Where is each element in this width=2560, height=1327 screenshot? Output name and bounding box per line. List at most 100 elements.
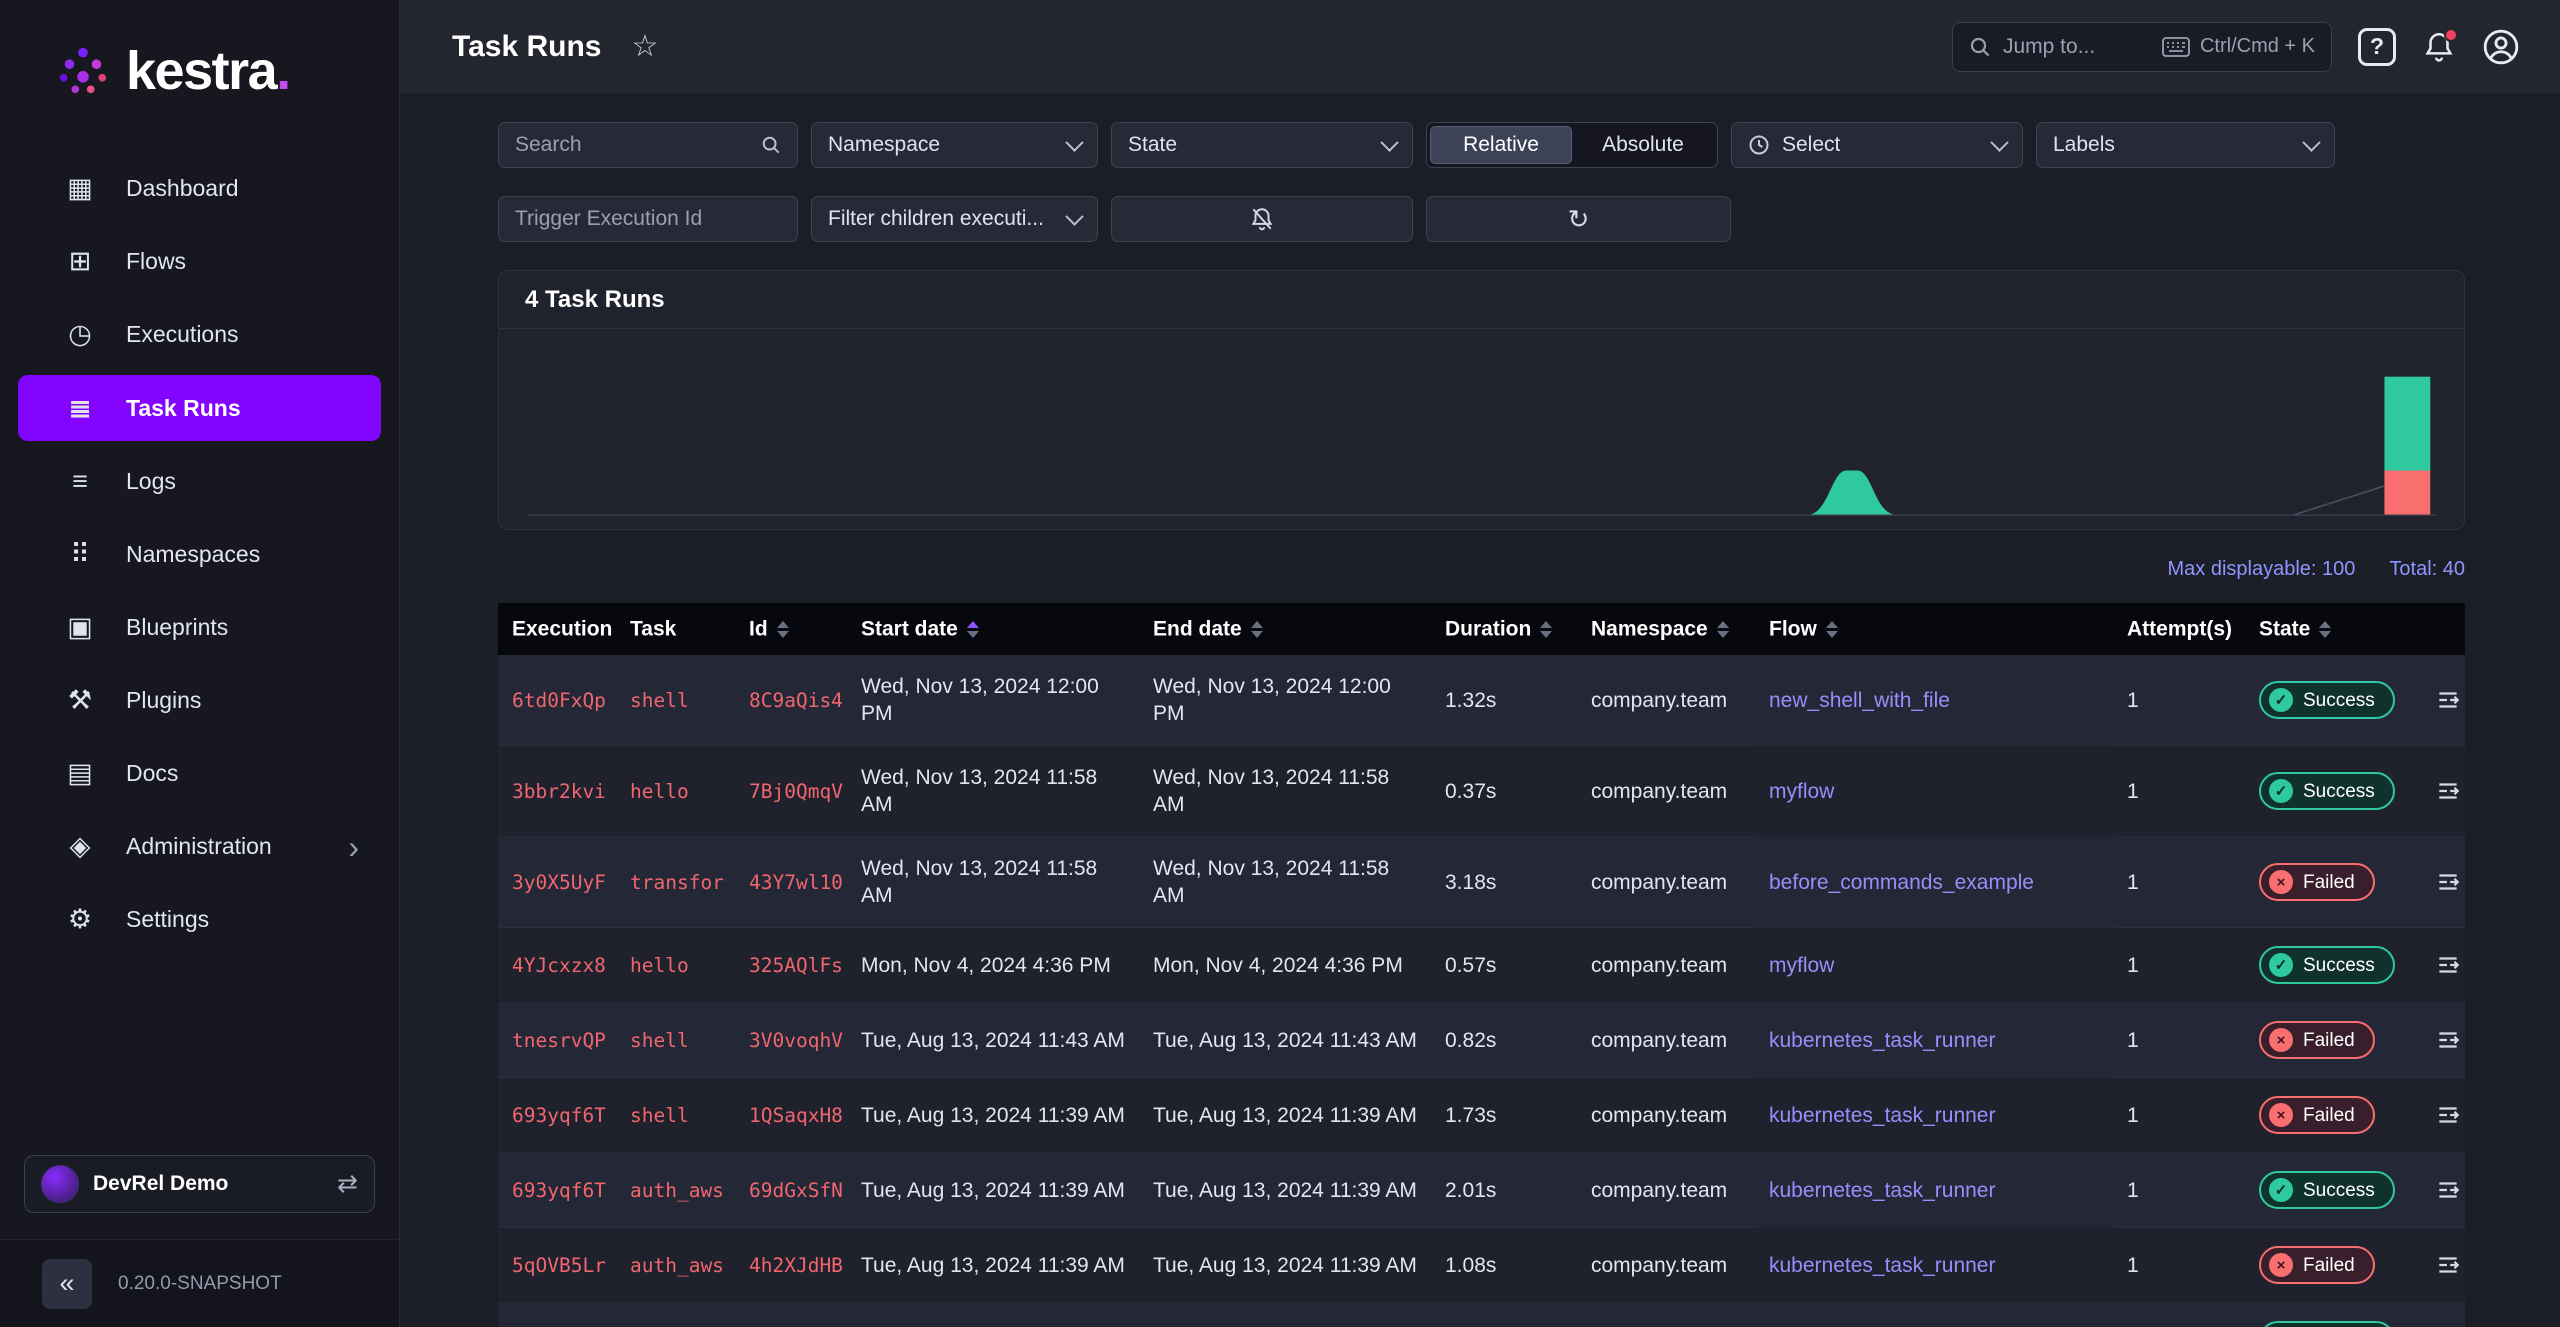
flow-link[interactable]: kubernetes_task_runner [1755, 1078, 2113, 1153]
column-header-namespace[interactable]: Namespace [1577, 603, 1755, 656]
state-dropdown[interactable]: State [1111, 122, 1413, 168]
table-row[interactable]: 4YJcxzx8 hello 325AQlFs Mon, Nov 4, 2024… [498, 927, 2465, 1003]
labels-dropdown[interactable]: Labels [2036, 122, 2335, 168]
execution-id-link[interactable]: 693yqf6T [498, 1078, 616, 1153]
trigger-execution-id-input[interactable] [515, 207, 781, 231]
taskruns-chart-card: 4 Task Runs [498, 270, 2465, 530]
column-header-duration[interactable]: Duration [1431, 603, 1577, 656]
trigger-execution-id-field[interactable] [498, 196, 798, 242]
flow-link[interactable]: kubernetes_task_runner [1755, 1228, 2113, 1303]
sort-icon[interactable] [1716, 620, 1729, 638]
search-field[interactable] [498, 122, 798, 168]
sort-icon[interactable] [1825, 620, 1838, 638]
view-logs-button[interactable] [2435, 778, 2461, 804]
sort-icon[interactable] [1250, 620, 1263, 638]
star-icon[interactable]: ☆ [632, 31, 659, 62]
search-input[interactable] [515, 133, 761, 157]
flow-link[interactable]: new_shell_with_file [1755, 655, 2113, 746]
namespace-dropdown[interactable]: Namespace [811, 122, 1098, 168]
refresh-button[interactable]: ↻ [1426, 196, 1731, 242]
flow-link[interactable]: kubernetes_task_runner [1755, 1003, 2113, 1078]
flow-link[interactable]: myflow [1755, 746, 2113, 837]
table-row[interactable]: 3bbr2kvi hello 7Bj0QmqV Wed, Nov 13, 202… [498, 745, 2465, 837]
execution-id-link[interactable]: 2vOal1Y7 [498, 1303, 616, 1327]
task-id-cell: hello [630, 779, 689, 803]
table-row[interactable]: 693yqf6T shell 1QSaqxH8 Tue, Aug 13, 202… [498, 1077, 2465, 1153]
time-range-dropdown[interactable]: Select [1731, 122, 2023, 168]
execution-id-link[interactable]: 6td0FxQp [498, 655, 616, 746]
state-icon: × [2269, 1103, 2293, 1128]
execution-id-link[interactable]: 3y0X5UyF [498, 837, 616, 928]
view-logs-button[interactable] [2435, 1177, 2461, 1203]
execution-id-link[interactable]: 693yqf6T [498, 1153, 616, 1228]
view-logs-button[interactable] [2435, 952, 2461, 978]
sidebar-item-blueprints[interactable]: ▣ Blueprints › [0, 591, 399, 664]
table-row[interactable]: 2vOal1Y7 shell 60beiWuU Mon, Aug 12, 202… [498, 1302, 2465, 1327]
absolute-toggle[interactable]: Absolute [1572, 126, 1714, 164]
relative-toggle[interactable]: Relative [1430, 126, 1572, 164]
clock-icon [1749, 135, 1769, 155]
table-row[interactable]: 5qOVB5Lr auth_aws 4h2XJdHB Tue, Aug 13, … [498, 1227, 2465, 1303]
bell-off-icon [1251, 208, 1273, 231]
jump-to-input[interactable] [2003, 34, 2150, 59]
account-button[interactable] [2482, 28, 2520, 66]
column-header-start-date[interactable]: Start date [847, 603, 1139, 656]
view-logs-button[interactable] [2435, 687, 2461, 713]
notifications-button[interactable] [2422, 27, 2458, 64]
table-row[interactable]: 693yqf6T auth_aws 69dGxSfN Tue, Aug 13, … [498, 1152, 2465, 1228]
sidebar-item-logs[interactable]: ≡ Logs › [0, 445, 399, 518]
column-header-id[interactable]: Id [735, 603, 847, 656]
table-row[interactable]: 3y0X5UyF transfor 43Y7wl10 Wed, Nov 13, … [498, 836, 2465, 928]
execution-id-link[interactable]: tnesrvQP [498, 1003, 616, 1078]
sidebar-item-namespaces[interactable]: ⠿ Namespaces › [0, 518, 399, 591]
execution-id-link[interactable]: 3bbr2kvi [498, 746, 616, 837]
collapse-sidebar-button[interactable]: « [42, 1258, 92, 1309]
page-title: Task Runs [452, 29, 602, 63]
taskrun-id-cell: 4h2XJdHB [749, 1253, 843, 1277]
view-logs-icon [2439, 1257, 2460, 1274]
tenant-switcher[interactable]: DevRel Demo ⇄ [24, 1155, 375, 1213]
column-header-state[interactable]: State [2245, 603, 2421, 656]
sidebar-item-task-runs[interactable]: ≣ Task Runs › [18, 375, 381, 441]
jump-to-search[interactable]: Ctrl/Cmd + K [1952, 21, 2332, 72]
filter-children-dropdown[interactable]: Filter children executi... [811, 196, 1098, 242]
sidebar-item-label: Task Runs [126, 394, 241, 421]
view-logs-button[interactable] [2435, 869, 2461, 895]
column-header-execution: Execution [498, 603, 616, 656]
switch-tenant-icon[interactable]: ⇄ [337, 1169, 358, 1199]
sort-icon[interactable] [1540, 620, 1553, 638]
table-row[interactable]: tnesrvQP shell 3V0voqhV Tue, Aug 13, 202… [498, 1002, 2465, 1078]
sidebar-item-flows[interactable]: ⊞ Flows › [0, 225, 399, 298]
sidebar-item-plugins[interactable]: ⚒ Plugins › [0, 664, 399, 737]
sidebar-item-dashboard[interactable]: ▦ Dashboard › [0, 152, 399, 225]
flow-link[interactable]: myflow [1755, 928, 2113, 1003]
sidebar-item-administration[interactable]: ◈ Administration › [0, 810, 399, 883]
flow-link[interactable]: kubernetes_task_runner [1755, 1303, 2113, 1327]
flow-link[interactable]: kubernetes_task_runner [1755, 1153, 2113, 1228]
view-logs-button[interactable] [2435, 1102, 2461, 1128]
sidebar-item-settings[interactable]: ⚙ Settings › [0, 883, 399, 956]
column-header-flow[interactable]: Flow [1755, 603, 2113, 656]
actions-cell [2421, 746, 2465, 837]
mute-notifications-button[interactable] [1111, 196, 1413, 242]
kestra-logo[interactable]: kestra. [0, 0, 399, 128]
task-id-cell: hello [630, 953, 689, 977]
view-logs-button[interactable] [2435, 1027, 2461, 1053]
shortcut-hint: Ctrl/Cmd + K [2162, 35, 2315, 58]
chevron-down-icon [1065, 132, 1084, 152]
execution-id-link[interactable]: 5qOVB5Lr [498, 1228, 616, 1303]
sort-icon[interactable] [2319, 620, 2332, 638]
execution-id-link[interactable]: 4YJcxzx8 [498, 928, 616, 1003]
column-header-end-date[interactable]: End date [1139, 603, 1431, 656]
namespace-cell: company.team [1591, 1178, 1728, 1202]
flow-link[interactable]: before_commands_example [1755, 837, 2113, 928]
sort-icon[interactable] [966, 620, 979, 638]
end-date-cell: Tue, Aug 13, 2024 11:39 AM [1153, 1103, 1417, 1127]
sidebar-item-executions[interactable]: ◷ Executions › [0, 298, 399, 371]
sidebar-item-docs[interactable]: ▤ Docs › [0, 737, 399, 810]
state-badge: ✓ Success [2259, 772, 2395, 811]
view-logs-button[interactable] [2435, 1252, 2461, 1278]
help-button[interactable]: ? [2358, 27, 2396, 66]
sort-icon[interactable] [776, 620, 789, 638]
table-row[interactable]: 6td0FxQp shell 8C9aQis4 Wed, Nov 13, 202… [498, 655, 2465, 746]
